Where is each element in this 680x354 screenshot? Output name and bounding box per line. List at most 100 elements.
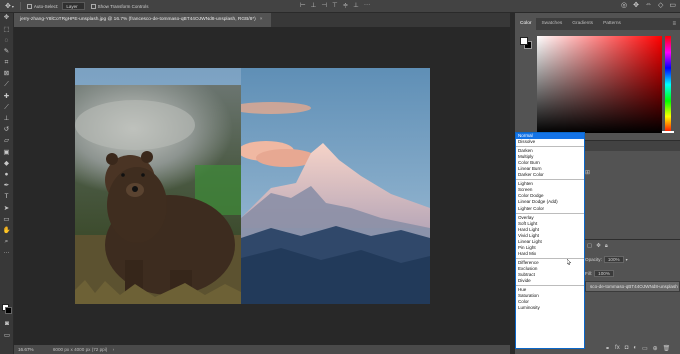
color-panel-tabs: Color Swatches Gradients Patterns <box>515 18 680 30</box>
options-right: ◎ ✥ ⇔ ◇ ▭ <box>621 1 676 9</box>
adjustment-icon[interactable]: ◐ <box>633 345 637 352</box>
move-icon[interactable]: ✥ <box>0 13 13 24</box>
background-color-swatch[interactable] <box>5 307 12 314</box>
history-brush-icon[interactable]: ↺ <box>0 125 13 136</box>
quick-mask-icon[interactable]: ◙ <box>0 319 14 330</box>
screen-mode-icon[interactable]: ▭ <box>0 331 14 342</box>
blend-mode-option[interactable]: Luminosity <box>516 305 584 311</box>
chevron-down-icon[interactable]: ▾ <box>626 257 628 262</box>
show-transform-controls-label: Show Transform Controls <box>97 3 149 9</box>
align-left-icon[interactable]: ⊢ <box>300 1 306 9</box>
mask-icon[interactable]: ◘ <box>625 345 629 352</box>
quick-select-icon[interactable]: ✎ <box>0 47 13 58</box>
align-top-icon[interactable]: ⊤ <box>332 1 338 9</box>
zoom-icon[interactable]: ⌕ <box>0 237 13 248</box>
fx-icon[interactable]: fx <box>615 345 620 352</box>
document-tab[interactable]: jerry-zhang-Y8lCoTRgHPE-unsplash.jpg @ 1… <box>14 13 271 27</box>
menu-separator <box>516 257 584 259</box>
eyedropper-icon[interactable]: ⟋ <box>0 80 13 91</box>
tab-patterns[interactable]: Patterns <box>598 18 626 30</box>
panel-menu-icon[interactable]: ≡ <box>672 18 676 30</box>
brush-icon[interactable]: ⟋ <box>0 103 13 114</box>
shape-icon[interactable]: ▭ <box>0 214 13 225</box>
more-options-icon[interactable]: ··· <box>364 1 371 9</box>
fill-field[interactable]: 100% <box>594 270 614 277</box>
frame-icon[interactable]: ⊠ <box>0 69 13 80</box>
grid-icon[interactable]: ⊞ <box>585 169 590 176</box>
chevron-right-icon[interactable]: › <box>113 347 115 352</box>
move-tool-icon[interactable]: ✥ <box>5 2 11 10</box>
show-transform-controls-checkbox[interactable] <box>90 3 96 9</box>
blend-mode-option[interactable]: Divide <box>516 278 584 284</box>
chevron-down-icon[interactable]: ▾ <box>12 4 14 9</box>
slide-3d-icon[interactable]: ⇔ <box>645 1 652 9</box>
lasso-icon[interactable]: ◌ <box>0 35 13 46</box>
layer-row[interactable]: sco-de-tommaso-qBT44OJWNd8-unsplash <box>585 281 680 292</box>
opacity-field[interactable]: 100% <box>603 256 624 263</box>
align-middle-icon[interactable]: ≑ <box>343 1 348 9</box>
divider <box>19 2 21 10</box>
clone-stamp-icon[interactable]: ⊥ <box>0 114 13 125</box>
hue-slider[interactable] <box>665 36 671 133</box>
hue-slider-handle[interactable] <box>662 131 674 133</box>
zoom-level[interactable]: 16.67% <box>18 347 34 352</box>
document-dimensions: 6000 px x 4000 px (72 ppi) <box>52 347 108 352</box>
folder-icon[interactable]: ▭ <box>642 345 648 352</box>
blend-mode-option[interactable]: Darker Color <box>516 172 584 178</box>
lock-transparency-icon[interactable]: ▢ <box>587 243 592 250</box>
pen-icon[interactable]: ✒ <box>0 181 13 192</box>
path-select-icon[interactable]: ➤ <box>0 203 13 214</box>
menu-separator <box>516 212 584 214</box>
video-icon[interactable]: ▭ <box>669 1 676 9</box>
dodge-icon[interactable]: ● <box>0 170 13 181</box>
tab-swatches[interactable]: Swatches <box>536 18 567 30</box>
auto-select-target-dropdown[interactable]: Layer <box>62 2 85 10</box>
mountain-illustration <box>241 68 430 304</box>
auto-select-label: Auto-Select: <box>33 3 59 9</box>
type-icon[interactable]: T <box>0 192 13 203</box>
gradient-icon[interactable]: ▣ <box>0 147 13 158</box>
hand-icon[interactable]: ✋ <box>0 226 13 237</box>
document-canvas[interactable] <box>75 68 430 304</box>
tools-panel: ✥ ⬚ ◌ ✎ ⌗ ⊠ ⟋ ✚ ⟋ ⊥ ↺ ▱ ▣ ◆ ● ✒ T ➤ ▭ ✋ … <box>0 13 14 354</box>
bear-illustration <box>75 100 241 304</box>
lock-icon[interactable]: 🔒︎ <box>605 243 608 250</box>
blur-icon[interactable]: ◆ <box>0 158 13 169</box>
auto-select-checkbox[interactable] <box>26 3 32 9</box>
fill-control: Fill: 100% <box>585 270 614 277</box>
foreground-color-chip[interactable] <box>520 37 528 45</box>
blend-mode-option[interactable]: Dissolve <box>516 139 584 145</box>
blend-mode-option[interactable]: Lighter Color <box>516 206 584 212</box>
3d-mode-icon[interactable]: ◎ <box>621 1 627 9</box>
panel-tool-row: ⊞ <box>585 169 590 176</box>
document-tab-title: jerry-zhang-Y8lCoTRgHPE-unsplash.jpg @ 1… <box>20 17 256 22</box>
canvas-area[interactable] <box>14 27 510 345</box>
layer-lock-icons: ▢ ✥ 🔒︎ <box>587 243 608 250</box>
blend-mode-dropdown[interactable]: Normal Dissolve Darken Multiply Color Burn Li… <box>515 132 585 349</box>
link-icon[interactable]: ⚭ <box>605 345 610 352</box>
align-right-icon[interactable]: ⊣ <box>321 1 327 9</box>
lock-position-icon[interactable]: ✥ <box>596 243 601 250</box>
align-bottom-icon[interactable]: ⊥ <box>353 1 359 9</box>
new-layer-icon[interactable]: ⊕ <box>653 345 658 352</box>
opacity-label: Opacity: <box>585 257 602 262</box>
blend-mode-option[interactable]: Hard Mix <box>516 251 584 257</box>
tab-color[interactable]: Color <box>515 18 537 30</box>
marquee-icon[interactable]: ⬚ <box>0 24 13 35</box>
mountain-layer-image <box>241 68 430 304</box>
pan-3d-icon[interactable]: ✥ <box>633 1 639 9</box>
tab-gradients[interactable]: Gradients <box>567 18 598 30</box>
crop-icon[interactable]: ⌗ <box>0 58 13 69</box>
close-icon[interactable]: × <box>260 17 263 22</box>
scale-3d-icon[interactable]: ◇ <box>658 1 663 9</box>
opacity-control: Opacity: 100% ▾ <box>585 256 628 263</box>
eraser-icon[interactable]: ▱ <box>0 136 13 147</box>
menu-separator <box>516 146 584 148</box>
mouse-cursor-icon <box>567 259 571 265</box>
trash-icon[interactable]: 🗑︎ <box>663 345 671 352</box>
healing-brush-icon[interactable]: ✚ <box>0 91 13 102</box>
align-center-icon[interactable]: ⊥ <box>311 1 317 9</box>
color-picker-field[interactable] <box>537 36 662 133</box>
color-panel <box>515 30 680 140</box>
more-tools-icon[interactable]: ··· <box>0 248 13 259</box>
